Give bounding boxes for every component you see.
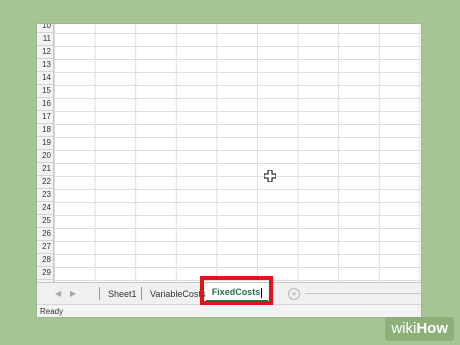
- row-header[interactable]: 14: [37, 72, 53, 85]
- row-header[interactable]: 23: [37, 189, 53, 202]
- status-text: Ready: [40, 307, 64, 316]
- row-header[interactable]: 20: [37, 150, 53, 163]
- logo-how: How: [416, 320, 448, 337]
- excel-window: 10 11 12 13 14 15 16 17 18 19 20 21 22 23 24 25 26 27 28 29…: [37, 24, 421, 317]
- row-header[interactable]: 19: [37, 137, 53, 150]
- row-header[interactable]: 24: [37, 202, 53, 215]
- tab-variable-costs[interactable]: VariableCosts: [150, 286, 205, 302]
- cell-select-cursor-icon: [264, 170, 276, 182]
- tab-sheet1[interactable]: Sheet1: [108, 286, 137, 302]
- row-header[interactable]: 16: [37, 98, 53, 111]
- tab-highlight-box: [200, 276, 273, 305]
- tab-separator: [141, 287, 142, 300]
- row-header[interactable]: 29: [37, 267, 53, 280]
- tab-separator: [99, 287, 100, 300]
- row-header[interactable]: 26: [37, 228, 53, 241]
- row-header[interactable]: 11: [37, 33, 53, 46]
- row-header[interactable]: 28: [37, 254, 53, 267]
- add-sheet-icon[interactable]: +: [288, 288, 300, 300]
- cell-grid[interactable]: [54, 24, 421, 282]
- worksheet-grid[interactable]: 10 11 12 13 14 15 16 17 18 19 20 21 22 23 24 25 26 27 28 29…: [37, 24, 421, 282]
- row-header[interactable]: 15: [37, 85, 53, 98]
- row-header[interactable]: 17: [37, 111, 53, 124]
- row-header[interactable]: 27: [37, 241, 53, 254]
- wikihow-logo: wikiHow: [385, 317, 454, 341]
- logo-wiki: wiki: [391, 320, 417, 337]
- status-bar: Ready: [37, 304, 421, 317]
- row-header[interactable]: 18: [37, 124, 53, 137]
- row-header[interactable]: 25: [37, 215, 53, 228]
- row-header[interactable]: 13: [37, 59, 53, 72]
- scroll-tabs-right-icon[interactable]: ▶: [70, 289, 76, 298]
- row-header[interactable]: 21: [37, 163, 53, 176]
- scroll-tabs-left-icon[interactable]: ◀: [55, 289, 61, 298]
- row-header[interactable]: 12: [37, 46, 53, 59]
- row-header[interactable]: 22: [37, 176, 53, 189]
- horizontal-scrollbar[interactable]: [305, 293, 421, 294]
- row-header[interactable]: 10: [37, 24, 53, 33]
- row-headers: 10 11 12 13 14 15 16 17 18 19 20 21 22 23 24 25 26 27 28 29…: [37, 24, 54, 282]
